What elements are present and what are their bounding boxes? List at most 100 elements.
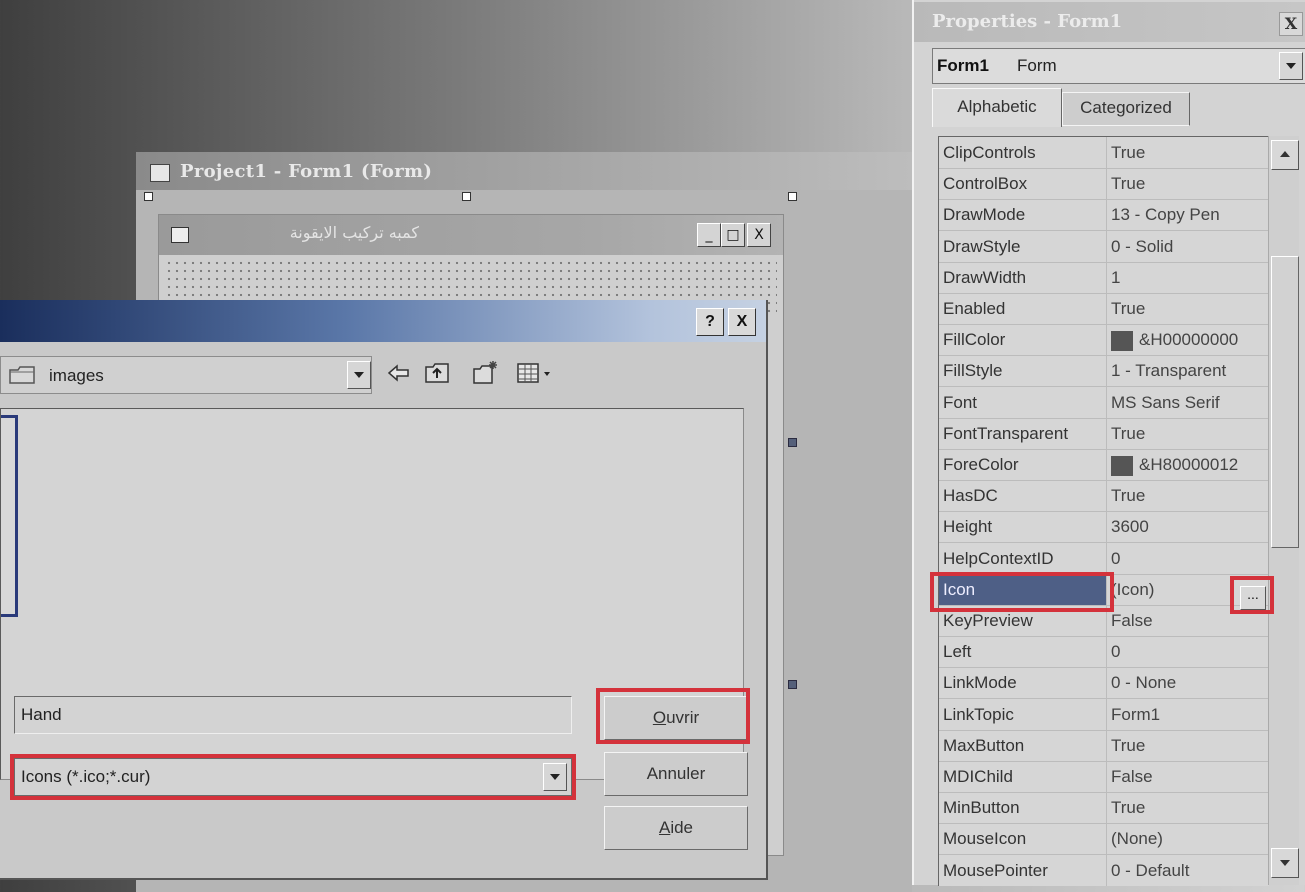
property-value-text: True: [1111, 143, 1146, 162]
property-row[interactable]: Font MS Sans Serif: [939, 386, 1269, 419]
maximize-button[interactable]: □: [721, 223, 745, 247]
property-value[interactable]: 0: [1111, 636, 1269, 667]
property-grid-scrollbar[interactable]: [1268, 136, 1299, 885]
property-value[interactable]: 0 - None: [1111, 667, 1269, 698]
open-file-dialog: ? X images Hand Icons (*.ico;*.cur) Ouvr…: [0, 300, 768, 880]
scroll-thumb[interactable]: [1271, 256, 1299, 548]
property-row[interactable]: DrawStyle 0 - Solid: [939, 230, 1269, 263]
project-window-titlebar[interactable]: Project1 - Form1 (Form): [136, 152, 912, 190]
property-row[interactable]: HasDC True: [939, 480, 1269, 513]
resize-handle-top-left[interactable]: [144, 192, 153, 201]
property-value[interactable]: MS Sans Serif: [1111, 387, 1269, 418]
property-row[interactable]: LinkMode 0 - None: [939, 667, 1269, 700]
back-arrow-icon[interactable]: [386, 360, 412, 386]
properties-title: Properties - Form1: [932, 11, 1123, 32]
property-value[interactable]: 1: [1111, 262, 1269, 293]
help-button[interactable]: Aide: [604, 806, 748, 850]
property-row[interactable]: DrawWidth 1: [939, 261, 1269, 294]
dialog-help-button[interactable]: ?: [696, 308, 724, 336]
properties-titlebar[interactable]: Properties - Form1 X: [914, 2, 1305, 42]
property-value[interactable]: 0 - Default: [1111, 855, 1269, 886]
property-name: ForeColor: [939, 449, 1107, 480]
resize-handle-top-right[interactable]: [788, 192, 797, 201]
property-row[interactable]: DrawMode 13 - Copy Pen: [939, 199, 1269, 232]
up-folder-icon[interactable]: [424, 360, 450, 386]
property-row[interactable]: MinButton True: [939, 792, 1269, 825]
property-grid[interactable]: ClipControls True ControlBox True DrawMode 13…: [938, 136, 1269, 886]
look-in-combobox[interactable]: images: [0, 356, 372, 394]
object-selector-dropdown-arrow[interactable]: [1279, 52, 1303, 80]
properties-close-button[interactable]: X: [1279, 12, 1303, 36]
property-value[interactable]: &H80000012: [1111, 449, 1269, 480]
resize-handle-bottom-right[interactable]: [788, 680, 797, 689]
new-folder-icon[interactable]: [472, 360, 498, 386]
property-name: Enabled: [939, 293, 1107, 324]
property-value[interactable]: False: [1111, 761, 1269, 792]
property-name: MousePointer: [939, 854, 1107, 886]
property-value-text: 3600: [1111, 517, 1149, 537]
property-row[interactable]: ControlBox True: [939, 168, 1269, 201]
property-value[interactable]: True: [1111, 137, 1269, 168]
object-selector[interactable]: Form1 Form: [932, 48, 1305, 84]
resize-handle-right[interactable]: [788, 438, 797, 447]
property-row[interactable]: LinkTopic Form1: [939, 698, 1269, 731]
property-value-text: &H00000000: [1139, 330, 1239, 350]
property-row[interactable]: FillColor &H00000000: [939, 324, 1269, 357]
form-icon: [171, 227, 189, 243]
selected-file-item[interactable]: [1, 415, 18, 617]
property-value[interactable]: True: [1111, 418, 1269, 449]
property-value[interactable]: True: [1111, 730, 1269, 761]
cancel-button[interactable]: Annuler: [604, 752, 748, 796]
property-name: FillColor: [939, 324, 1107, 356]
property-value[interactable]: 3600: [1111, 511, 1269, 542]
property-row[interactable]: MousePointer 0 - Default: [939, 854, 1269, 886]
property-name: DrawMode: [939, 199, 1107, 231]
property-name: FillStyle: [939, 355, 1107, 387]
property-value-text: False: [1111, 767, 1153, 786]
file-name-input[interactable]: Hand: [14, 696, 572, 734]
property-value[interactable]: Form1: [1111, 699, 1269, 730]
object-name: Form1: [937, 56, 989, 75]
property-row[interactable]: Left 0: [939, 636, 1269, 669]
property-row[interactable]: FontTransparent True: [939, 417, 1269, 450]
property-row[interactable]: Height 3600: [939, 511, 1269, 544]
property-name: ControlBox: [939, 168, 1107, 200]
tab-alphabetic[interactable]: Alphabetic: [932, 88, 1062, 127]
property-value[interactable]: 0 - Solid: [1111, 231, 1269, 262]
property-value[interactable]: True: [1111, 293, 1269, 324]
property-value[interactable]: &H00000000: [1111, 324, 1269, 355]
icon-property-highlight: [930, 572, 1114, 612]
property-row[interactable]: MouseIcon (None): [939, 823, 1269, 856]
property-value[interactable]: True: [1111, 480, 1269, 511]
look-in-dropdown-arrow[interactable]: [347, 361, 371, 389]
property-row[interactable]: HelpContextID 0: [939, 542, 1269, 575]
resize-handle-top[interactable]: [462, 192, 471, 201]
dialog-titlebar[interactable]: ? X: [0, 300, 766, 342]
property-value-text: (None): [1111, 829, 1163, 849]
project-window-title: Project1 - Form1 (Form): [180, 161, 433, 182]
object-type: Form: [1017, 56, 1057, 75]
property-value[interactable]: 13 - Copy Pen: [1111, 199, 1269, 230]
property-value[interactable]: 0: [1111, 543, 1269, 574]
property-value[interactable]: True: [1111, 168, 1269, 199]
view-menu-icon[interactable]: [516, 360, 556, 386]
property-row[interactable]: FillStyle 1 - Transparent: [939, 355, 1269, 388]
property-row[interactable]: Enabled True: [939, 293, 1269, 325]
scroll-up-button[interactable]: [1271, 140, 1299, 170]
scroll-down-button[interactable]: [1271, 848, 1299, 878]
property-row[interactable]: ForeColor &H80000012: [939, 449, 1269, 481]
property-value-text: 0 - Default: [1111, 860, 1190, 880]
properties-window: Properties - Form1 X Form1 Form Alphabet…: [912, 0, 1305, 886]
property-value[interactable]: 1 - Transparent: [1111, 355, 1269, 386]
tab-categorized[interactable]: Categorized: [1062, 92, 1190, 126]
property-value[interactable]: True: [1111, 792, 1269, 823]
property-row[interactable]: ClipControls True: [939, 137, 1269, 169]
property-row[interactable]: MDIChild False: [939, 761, 1269, 793]
property-value[interactable]: (None): [1111, 823, 1269, 854]
property-row[interactable]: MaxButton True: [939, 729, 1269, 762]
close-button[interactable]: X: [747, 223, 771, 247]
folder-icon: [9, 366, 35, 384]
property-name: Left: [939, 636, 1107, 668]
minimize-button[interactable]: _: [697, 223, 721, 247]
dialog-close-button[interactable]: X: [728, 308, 756, 336]
